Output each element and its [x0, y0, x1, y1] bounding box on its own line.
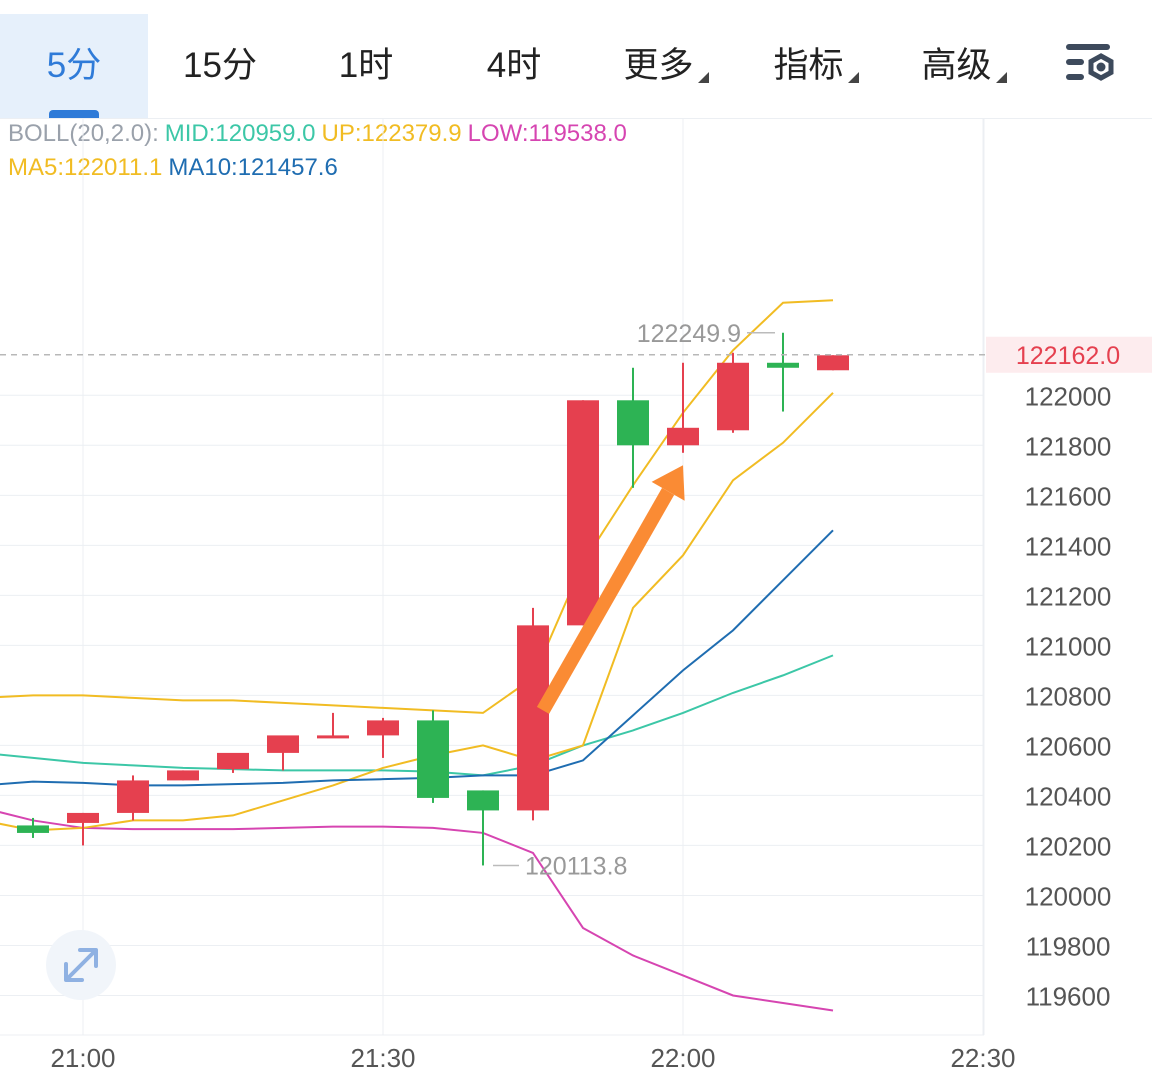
tab-label: 1时 — [338, 46, 394, 85]
y-tick-label: 120400 — [1025, 781, 1112, 811]
x-tick-label: 21:30 — [350, 1043, 415, 1073]
candle-body — [267, 735, 299, 753]
tab-1hour[interactable]: 1时 — [296, 14, 436, 118]
expand-arrows-icon[interactable] — [46, 930, 116, 1000]
tab-4hour[interactable]: 4时 — [442, 14, 586, 118]
tab-label: 更多 — [623, 46, 694, 85]
tab-label: 4时 — [486, 46, 542, 85]
trend-arrow-shaft — [536, 487, 675, 714]
active-tab-indicator — [49, 110, 99, 118]
series-line-low — [0, 811, 834, 1012]
tab-label: 5分 — [46, 46, 102, 85]
tab-more[interactable]: 更多 — [592, 14, 740, 118]
current-price-label: 122162.0 — [1016, 342, 1120, 370]
x-tick-label: 21:00 — [50, 1043, 115, 1073]
low-price-label: 120113.8 — [525, 852, 627, 880]
y-tick-label: 121000 — [1025, 631, 1112, 661]
candle-body — [767, 362, 799, 368]
y-tick-label: 121200 — [1025, 581, 1112, 611]
candle-body — [317, 735, 349, 739]
candle-body — [367, 720, 399, 736]
y-tick-label: 121800 — [1025, 431, 1112, 461]
candle-body — [17, 825, 49, 833]
y-tick-label: 120800 — [1025, 681, 1112, 711]
tab-15min[interactable]: 15分 — [150, 14, 290, 118]
candle-body — [167, 770, 199, 781]
candle-body — [817, 355, 849, 371]
dropdown-caret-icon — [697, 72, 709, 83]
candle-body — [67, 812, 99, 823]
y-tick-label: 121600 — [1025, 481, 1112, 511]
candle-body — [467, 790, 499, 811]
x-tick-label: 22:00 — [650, 1043, 715, 1073]
dropdown-caret-icon — [847, 72, 859, 83]
candle-body — [617, 400, 649, 446]
tab-label: 15分 — [183, 46, 257, 85]
candle-body — [217, 752, 249, 770]
y-tick-label: 120200 — [1025, 831, 1112, 861]
tab-label: 指标 — [773, 46, 844, 85]
timeframe-tabs: 5分 15分 1时 4时 更多 指标 高级 — [0, 0, 1152, 119]
y-tick-label: 120600 — [1025, 731, 1112, 761]
candle-body — [417, 720, 449, 798]
y-tick-label: 122000 — [1025, 381, 1112, 411]
tab-advanced[interactable]: 高级 — [890, 14, 1038, 118]
candlestick-chart[interactable]: 122000 121800 121600 121400 121200 121000 1208… — [0, 118, 1152, 1079]
tab-indicators[interactable]: 指标 — [742, 14, 890, 118]
tab-label: 高级 — [921, 46, 992, 85]
y-tick-label: 120000 — [1025, 881, 1112, 911]
candle-body — [667, 427, 699, 446]
y-tick-label: 119600 — [1026, 981, 1111, 1011]
y-tick-label: 119800 — [1026, 931, 1111, 961]
candle-body — [117, 780, 149, 813]
x-tick-label: 22:30 — [950, 1043, 1015, 1073]
candle-body — [567, 400, 599, 626]
candle-body — [517, 625, 549, 811]
y-tick-label: 121400 — [1025, 531, 1112, 561]
series-line-mid — [0, 654, 834, 777]
dropdown-caret-icon — [995, 72, 1007, 83]
high-price-label: 122249.9 — [637, 320, 741, 348]
settings-gear-icon[interactable] — [1062, 40, 1118, 90]
tab-5min[interactable]: 5分 — [0, 14, 148, 118]
candle-body — [717, 362, 749, 431]
series-line-ma10 — [0, 529, 834, 787]
